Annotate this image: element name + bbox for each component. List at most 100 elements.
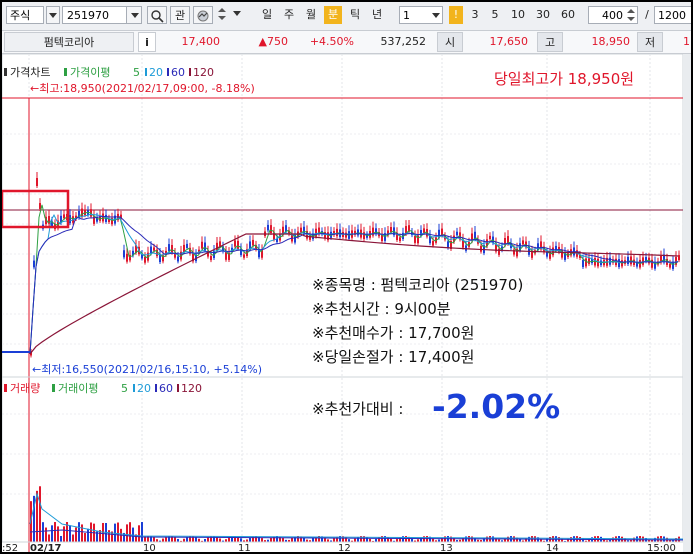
candle-body — [39, 203, 41, 209]
volume-bar — [72, 534, 74, 542]
x-axis-tick-label: 13 — [440, 543, 453, 552]
stepper[interactable] — [215, 6, 229, 24]
candle-body — [432, 241, 434, 246]
candle-body — [63, 214, 65, 219]
period-tick-button[interactable]: 틱 — [346, 6, 364, 24]
stock-code-dropdown-button[interactable] — [126, 6, 142, 24]
volume-bar — [117, 522, 119, 542]
x-axis-tick-label: 10 — [143, 543, 156, 552]
result-label: ※추천가대비 : — [312, 400, 403, 418]
candle-body — [168, 244, 170, 252]
volume-bar — [174, 537, 176, 542]
period-month-button[interactable]: 월 — [302, 6, 320, 24]
tick-60-button[interactable]: 60 — [558, 6, 578, 24]
info-stock-name: ※종목명 : 펌텍코리아 (251970) — [312, 276, 523, 294]
candle-body — [531, 251, 533, 258]
stock-code-value: 251970 — [67, 9, 109, 22]
interval-select-value: 1 — [403, 9, 410, 22]
chart-area[interactable]: 가격차트 가격이평 5 20 60 120 ←최고:18,950(2021/02… — [2, 54, 691, 552]
spinner-icon — [627, 9, 635, 21]
x-axis-tick-label: 14 — [546, 543, 559, 552]
candle-body — [234, 240, 236, 247]
vol-ma120-label: 120 — [181, 382, 202, 395]
period-day-button[interactable]: 일 — [258, 6, 276, 24]
search-button[interactable] — [147, 6, 167, 24]
interest-button[interactable]: 관 — [170, 6, 190, 24]
candle-body — [345, 232, 347, 238]
period-minute-button[interactable]: 분 — [324, 6, 342, 24]
volume-bar — [60, 535, 62, 542]
market-select[interactable]: 주식 — [6, 6, 44, 24]
candle-body — [102, 213, 104, 222]
x-axis-tick-label: 02/17 — [30, 543, 62, 552]
ma20-label: 20 — [149, 66, 163, 79]
tick-1-button[interactable]: ! — [449, 6, 463, 24]
tick-10-button[interactable]: 10 — [508, 6, 528, 24]
volume-bar — [312, 538, 314, 542]
tick-5-button[interactable]: 5 — [488, 6, 502, 24]
candle-body — [627, 256, 629, 264]
candle-body — [489, 235, 491, 240]
candle-body — [678, 255, 680, 261]
candle-body — [252, 239, 254, 246]
candle-body — [267, 224, 269, 231]
volume-bar — [270, 537, 272, 542]
search-icon — [151, 10, 164, 23]
candle-body — [522, 240, 524, 245]
candle-body — [123, 250, 125, 258]
quote-bar: 펌텍코리아 i 17,400 ▲750 +4.50% 537,252 시 17,… — [2, 31, 691, 54]
collapse-button[interactable] — [231, 6, 243, 24]
count-input[interactable]: 400 — [588, 6, 638, 24]
candle-body — [618, 259, 620, 268]
info-button[interactable]: i — [138, 32, 156, 52]
candle-body — [669, 263, 671, 268]
candle-body — [423, 228, 425, 233]
candle-body — [36, 178, 38, 186]
candle-body — [630, 256, 632, 265]
total-count-field[interactable]: 1200 — [654, 6, 691, 24]
candle-body — [216, 242, 218, 251]
info-stop-loss-price: ※당일손절가 : 17,400원 — [312, 348, 474, 366]
candle-body — [81, 208, 83, 217]
volume-bar — [54, 522, 56, 542]
tick-3-button[interactable]: 3 — [468, 6, 482, 24]
chevron-down-icon — [432, 13, 440, 18]
legend-marker — [145, 68, 147, 76]
current-price: 17,400 — [181, 35, 221, 48]
volume-bar — [63, 526, 65, 542]
vol-ma5-label: 5 — [121, 382, 128, 395]
open-label: 시 — [437, 32, 463, 52]
candle-body — [363, 232, 365, 239]
volume-bar — [84, 533, 86, 542]
candle-body — [414, 235, 416, 243]
candle-body — [399, 237, 401, 242]
tick-30-button[interactable]: 30 — [533, 6, 553, 24]
market-dropdown-button[interactable] — [46, 6, 60, 24]
volume-bar — [87, 528, 89, 542]
candle-body — [546, 252, 548, 257]
total-count-value: 1200 — [658, 9, 686, 22]
low-note: ←최저:16,550(2021/02/16,15:10, +5.14%) — [32, 363, 262, 376]
candle-body — [585, 258, 587, 267]
stock-name[interactable]: 펌텍코리아 — [4, 32, 134, 52]
volume-bar — [48, 534, 50, 542]
volume-bar — [126, 524, 128, 542]
legend-marker — [167, 68, 169, 76]
volume-bar — [219, 538, 221, 542]
period-week-button[interactable]: 주 — [280, 6, 298, 24]
volume-bar — [240, 538, 242, 542]
candle-body — [642, 257, 644, 265]
stock-chart-window: 주식 251970 관 일 주 월 분 틱 년 1 ! 3 5 10 30 60… — [2, 2, 691, 552]
legend-marker — [155, 384, 157, 392]
period-year-button[interactable]: 년 — [368, 6, 386, 24]
chart-settings-button[interactable] — [193, 6, 213, 24]
interval-select[interactable]: 1 — [399, 6, 443, 24]
volume-bar — [45, 527, 47, 542]
candle-body — [177, 256, 179, 262]
candle-body — [237, 240, 239, 249]
candle-body — [300, 227, 302, 233]
info-recommend-buy-price: ※추천매수가 : 17,700원 — [312, 324, 474, 342]
candle-body — [33, 260, 35, 268]
candle-body — [144, 257, 146, 263]
legend-marker — [133, 384, 135, 392]
